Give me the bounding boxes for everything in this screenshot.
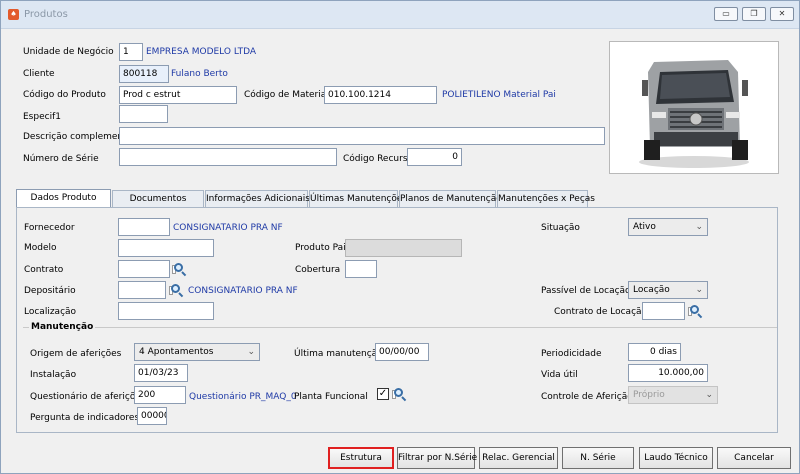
pergunta-indicadores-label: Pergunta de indicadores [30,413,140,423]
especif-input[interactable] [119,105,168,123]
planta-funcional-label: Planta Funcional [294,392,368,402]
passivel-locacao-select[interactable]: Locação ⌄ [628,281,708,299]
codigo-material-name: POLIETILENO Material Pai [442,90,556,100]
codigo-produto-label: Código do Produto [23,90,106,100]
especif-label: Especif1 [23,112,61,122]
restore-icon: ❐ [750,9,758,18]
window-title: Produtos [24,9,68,20]
produto-pai-input [345,239,462,257]
cobertura-label: Cobertura [295,265,341,275]
unidade-input[interactable]: 1 [119,43,143,61]
codigo-material-label: Código de Material [244,90,329,100]
passivel-locacao-label: Passível de Locação [541,286,631,296]
controle-afericao-select: Próprio ⌄ [628,386,718,404]
cliente-name: Fulano Berto [171,69,228,79]
minimize-icon: ▭ [722,9,730,18]
cancelar-button[interactable]: Cancelar [717,447,791,469]
app-icon: ♠ [8,9,19,20]
chevron-down-icon: ⌄ [695,285,703,295]
fornecedor-input[interactable] [118,218,170,236]
close-icon: ✕ [778,9,786,18]
questionario-input[interactable]: 200 [134,386,186,404]
localizacao-label: Localização [24,307,77,317]
filtrar-serie-button[interactable]: Filtrar por N.Série [397,447,477,469]
contrato-locacao-lookup-icon[interactable] [688,304,703,319]
numero-serie-label: Número de Série [23,154,99,164]
unidade-label: Unidade de Negócio [23,47,114,57]
depositario-input[interactable] [118,281,166,299]
origem-afericoes-label: Origem de aferições [30,349,122,359]
modelo-label: Modelo [24,243,57,253]
contrato-lookup-icon[interactable] [172,262,187,277]
contrato-locacao-input[interactable] [642,302,685,320]
cliente-input[interactable]: 800118 [119,65,169,83]
situacao-value: Ativo [633,222,656,232]
fornecedor-name: CONSIGNATARIO PRA NF [173,223,283,233]
estrutura-button[interactable]: Estrutura [328,447,394,469]
pergunta-indicadores-input[interactable]: 00000 [137,407,167,425]
instalacao-input[interactable]: 01/03/23 [134,364,188,382]
truck-image [609,41,779,174]
tab-planos-manutencao[interactable]: Planos de Manutenção [399,190,502,208]
tab-documentos[interactable]: Documentos [112,190,204,208]
contrato-input[interactable] [118,260,170,278]
questionario-label: Questionário de aferições [30,392,146,402]
cliente-label: Cliente [23,69,55,79]
codigo-recurso-label: Código Recurso [343,154,414,164]
restore-button[interactable]: ❐ [742,7,766,21]
unidade-name: EMPRESA MODELO LTDA [146,47,257,57]
chevron-down-icon: ⌄ [695,222,703,232]
ultima-manutencao-input[interactable]: 00/00/00 [375,343,429,361]
codigo-recurso-input[interactable]: 0 [407,148,462,166]
origem-afericoes-select[interactable]: 4 Apontamentos ⌄ [134,343,260,361]
planta-funcional-lookup-icon[interactable] [392,387,407,402]
situacao-label: Situação [541,223,580,233]
ultima-manutencao-label: Última manutenção [294,349,383,359]
title-bar: ♠ Produtos ▭ ❐ ✕ [1,1,799,29]
descricao-input[interactable] [119,127,605,145]
close-button[interactable]: ✕ [770,7,794,21]
vida-util-input[interactable]: 10.000,00 [628,364,708,382]
periodicidade-input[interactable]: 0 dias [628,343,681,361]
depositario-lookup-icon[interactable] [169,283,184,298]
questionario-name: Questionário PR_MAQ_0 [189,392,297,402]
fornecedor-label: Fornecedor [24,223,75,233]
controle-afericao-label: Controle de Aferição [541,392,633,402]
laudo-tecnico-button[interactable]: Laudo Técnico [639,447,713,469]
contrato-locacao-label: Contrato de Locação [554,307,648,317]
localizacao-input[interactable] [118,302,214,320]
produto-pai-label: Produto Pai [295,243,346,253]
origem-afericoes-value: 4 Apontamentos [139,347,214,357]
depositario-name: CONSIGNATARIO PRA NF [188,286,298,296]
situacao-select[interactable]: Ativo ⌄ [628,218,708,236]
passivel-locacao-value: Locação [633,285,670,295]
tab-ultimas-manutencoes[interactable]: Últimas Manutenções [309,190,407,208]
cobertura-input[interactable] [345,260,377,278]
manutencao-title: Manutenção [29,322,96,333]
minimize-button[interactable]: ▭ [714,7,738,21]
codigo-produto-input[interactable]: Prod c estrut [119,86,237,104]
contrato-label: Contrato [24,265,64,275]
modelo-input[interactable] [118,239,214,257]
controle-afericao-value: Próprio [633,390,665,400]
numero-serie-input[interactable] [119,148,337,166]
relac-gerencial-button[interactable]: Relac. Gerencial [479,447,558,469]
n-serie-button[interactable]: N. Série [562,447,634,469]
tab-dados-produto[interactable]: Dados Produto [16,189,111,209]
planta-funcional-checkbox[interactable]: ✓ [377,388,389,400]
instalacao-label: Instalação [30,370,77,380]
codigo-material-input[interactable]: 010.100.1214 [324,86,437,104]
periodicidade-label: Periodicidade [541,349,602,359]
chevron-down-icon: ⌄ [247,347,255,357]
tab-manutencoes-pecas[interactable]: Manutenções x Peças [497,190,595,208]
tab-informacoes-adicionais[interactable]: Informações Adicionais [205,190,310,208]
produtos-window: ♠ Produtos ▭ ❐ ✕ Unidade de Negócio 1 EM… [0,0,800,474]
vida-util-label: Vida útil [541,370,578,380]
chevron-down-icon: ⌄ [705,390,713,400]
depositario-label: Depositário [24,286,76,296]
truck-illustration [639,60,749,168]
